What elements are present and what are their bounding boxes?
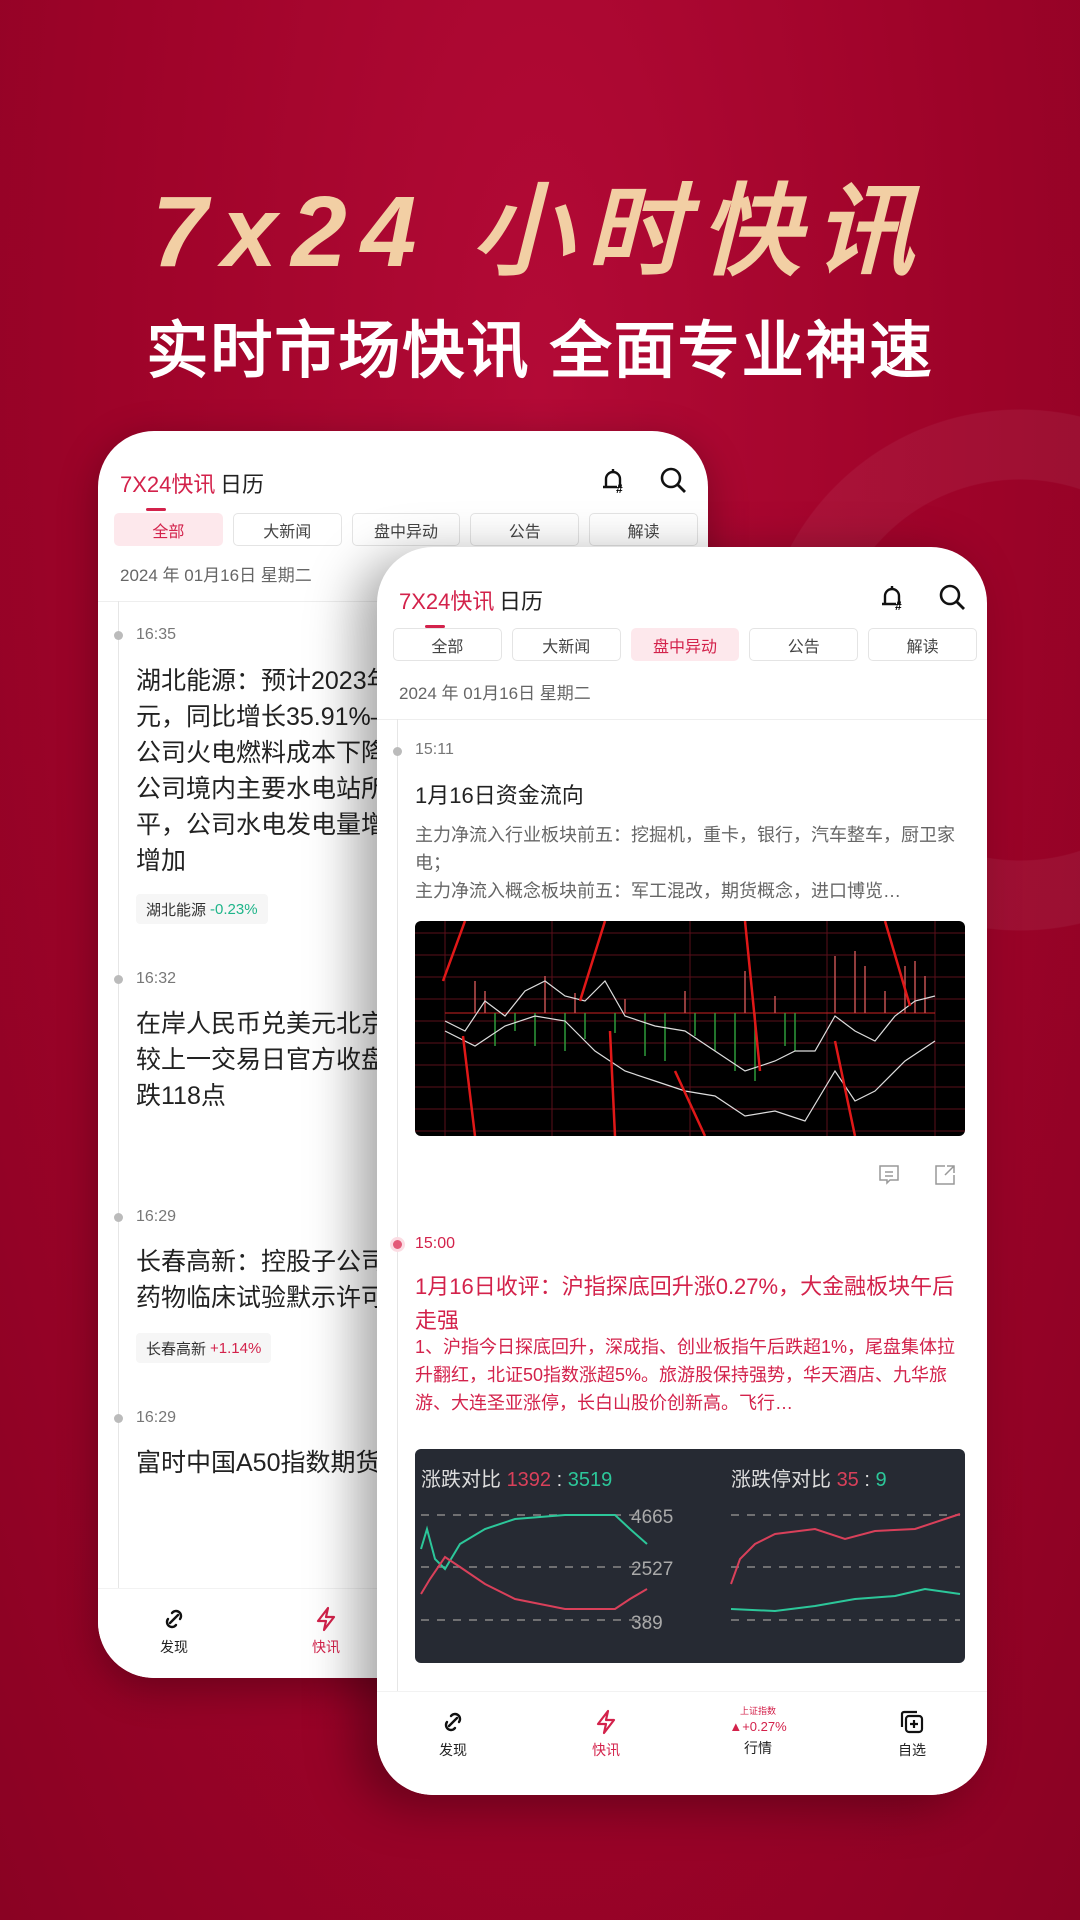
- filter-all[interactable]: 全部: [393, 628, 502, 661]
- fund-flow-chart-image[interactable]: [415, 921, 965, 1136]
- nav-flash[interactable]: 快讯: [566, 1708, 646, 1760]
- news-time: 16:29: [136, 1409, 177, 1426]
- news-line: 公司境内主要水电站所: [136, 775, 387, 803]
- timeline-dot-active: [393, 1240, 402, 1249]
- divider: [377, 719, 987, 720]
- nav-label: 行情: [744, 1740, 772, 1756]
- lightning-icon: [596, 1709, 616, 1735]
- news-title[interactable]: 1月16日资金流向: [415, 779, 965, 813]
- filter-all[interactable]: 全部: [114, 513, 223, 546]
- nav-market[interactable]: 上证指数 ▲+0.27% 行情: [718, 1704, 798, 1758]
- news-time: 16:35: [136, 626, 177, 643]
- news-time: 15:00: [415, 1235, 456, 1252]
- news-time: 16:29: [136, 1208, 177, 1225]
- filter-chips: 全部 大新闻 盘中异动 公告 解读: [393, 628, 977, 661]
- add-square-icon: [900, 1710, 924, 1734]
- link-icon: [165, 1609, 183, 1629]
- filter-intraday[interactable]: 盘中异动: [630, 628, 740, 661]
- stock-name: 长春高新: [146, 1340, 207, 1358]
- hero-subtitle: 实时市场快讯 全面专业神速: [146, 317, 934, 386]
- stock-tag[interactable]: 长春高新 +1.14%: [136, 1333, 272, 1363]
- timeline-dot: [393, 747, 402, 756]
- tab-7x24[interactable]: 7X24快讯: [399, 584, 494, 628]
- filter-announcement[interactable]: 公告: [749, 628, 859, 661]
- news-line: 跌118点: [136, 1082, 226, 1110]
- news-item[interactable]: 在岸人民币兑美元北京 较上一交易日官方收盘 跌118点: [136, 1006, 386, 1114]
- nav-label: 快讯: [592, 1742, 620, 1758]
- news-line: 湖北能源：预计2023年: [136, 667, 392, 695]
- filter-chips: 全部 大新闻 盘中异动 公告 解读: [114, 513, 698, 546]
- intraday-chart-graphic: [415, 921, 965, 1136]
- comment-icon[interactable]: [877, 1163, 901, 1187]
- timeline-dot: [114, 975, 123, 984]
- news-item[interactable]: 长春高新：控股子公司 药物临床试验默示许可: [136, 1244, 386, 1316]
- timeline-dot: [114, 1213, 123, 1222]
- news-item[interactable]: 湖北能源：预计2023年 元，同比增长35.91%– 公司火电燃料成本下降 公司…: [136, 663, 392, 879]
- search-icon[interactable]: [937, 582, 967, 612]
- bell-hash-icon[interactable]: #: [877, 582, 907, 612]
- nav-discover[interactable]: 发现: [134, 1605, 214, 1657]
- date-label: 2024 年 01月16日 星期二: [120, 566, 312, 585]
- filter-analysis[interactable]: 解读: [589, 513, 698, 546]
- timeline-dot: [114, 631, 123, 640]
- news-time: 16:32: [136, 970, 177, 987]
- stock-tag[interactable]: 湖北能源 -0.23%: [136, 894, 268, 924]
- nav-label: 快讯: [312, 1639, 340, 1655]
- bell-hash-icon[interactable]: #: [598, 465, 628, 495]
- nav-discover[interactable]: 发现: [413, 1708, 493, 1760]
- nav-flash[interactable]: 快讯: [286, 1605, 366, 1657]
- news-line: 药物临床试验默示许可: [136, 1284, 387, 1312]
- nav-label: 自选: [898, 1742, 926, 1758]
- timeline: [118, 601, 119, 1601]
- filter-announcement[interactable]: 公告: [470, 513, 580, 546]
- timeline-dot: [114, 1414, 123, 1423]
- news-line: 增加: [136, 847, 187, 875]
- filter-analysis[interactable]: 解读: [868, 628, 977, 661]
- link-icon: [444, 1712, 462, 1732]
- front-phone-screen: 7X24快讯 日历 # 全部 大新闻 盘中异动 公告 解读 2024 年 01月…: [377, 547, 987, 1795]
- stock-change: +1.14%: [210, 1339, 262, 1357]
- nav-watchlist[interactable]: 自选: [872, 1708, 952, 1760]
- news-title[interactable]: 1月16日收评：沪指探底回升涨0.27%，大金融板块午后走强: [415, 1270, 965, 1338]
- date-label: 2024 年 01月16日 星期二: [399, 684, 591, 703]
- news-line: 公司火电燃料成本下降: [136, 739, 387, 767]
- filter-intraday[interactable]: 盘中异动: [351, 513, 461, 546]
- tab-7x24[interactable]: 7X24快讯: [120, 467, 215, 511]
- filter-big-news[interactable]: 大新闻: [232, 513, 342, 546]
- tab-calendar[interactable]: 日历: [220, 467, 264, 499]
- nav-label: 发现: [439, 1742, 467, 1758]
- news-line: 长春高新：控股子公司: [136, 1248, 387, 1276]
- nav-label: 发现: [160, 1639, 188, 1655]
- svg-text:#: #: [616, 482, 623, 495]
- advance-decline-image[interactable]: 涨跌对比 1392 : 3519 涨跌停对比 35 : 9 4665 2527 …: [415, 1449, 965, 1663]
- news-line: 元，同比增长35.91%–: [136, 703, 385, 731]
- news-line: 较上一交易日官方收盘: [136, 1046, 387, 1074]
- index-name: 上证指数: [739, 1706, 776, 1716]
- index-change: ▲+0.27%: [729, 1719, 787, 1734]
- news-body: 1、沪指今日探底回升，深成指、创业板指午后跌超1%，尾盘集体拉升翻红，北证50指…: [415, 1337, 956, 1413]
- news-time: 15:11: [415, 741, 454, 758]
- filter-big-news[interactable]: 大新闻: [511, 628, 621, 661]
- tab-calendar[interactable]: 日历: [499, 584, 543, 616]
- lightning-icon: [316, 1606, 336, 1632]
- stock-name: 湖北能源: [146, 901, 207, 919]
- hero-title: 7x24 小时快讯: [151, 176, 929, 288]
- timeline: [397, 719, 398, 1699]
- stock-change: -0.23%: [210, 900, 258, 918]
- search-icon[interactable]: [658, 465, 688, 495]
- news-line: 富时中国A50指数期货: [136, 1449, 381, 1477]
- news-item[interactable]: 富时中国A50指数期货: [136, 1445, 380, 1481]
- news-body: 主力净流入行业板块前五：挖掘机，重卡，银行，汽车整车，厨卫家电； 主力净流入概念…: [415, 825, 955, 901]
- news-line: 在岸人民币兑美元北京: [136, 1010, 387, 1038]
- share-icon[interactable]: [933, 1163, 957, 1187]
- advance-decline-lines: [420, 1513, 961, 1621]
- svg-text:#: #: [895, 599, 902, 612]
- bottom-nav: 发现 快讯 上证指数 ▲+0.27% 行情 自选: [377, 1691, 987, 1795]
- news-line: 平，公司水电发电量增: [136, 811, 387, 839]
